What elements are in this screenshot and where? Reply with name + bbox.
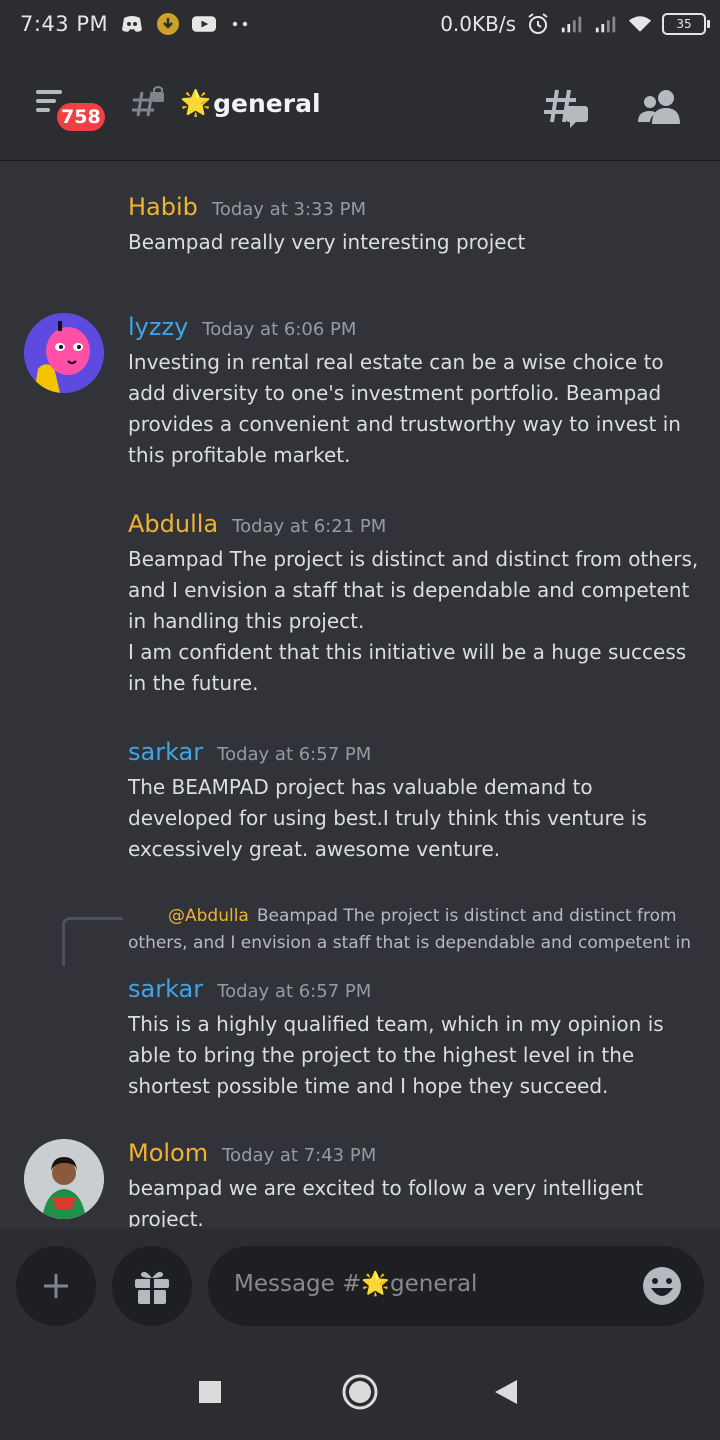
members-icon	[638, 90, 680, 124]
username[interactable]: sarkar	[128, 975, 203, 1003]
message-input[interactable]: Message #🌟general	[208, 1246, 704, 1326]
battery-icon: 35	[662, 13, 710, 35]
timestamp: Today at 6:57 PM	[217, 981, 372, 1002]
home-button[interactable]	[340, 1372, 380, 1412]
reply-connector	[62, 917, 123, 966]
username[interactable]: Molom	[128, 1139, 208, 1167]
avatar[interactable]	[24, 1139, 104, 1219]
menu-button[interactable]: 758	[34, 84, 108, 134]
message-text: Investing in rental real estate can be a…	[128, 350, 681, 467]
add-attachment-button[interactable]	[16, 1246, 96, 1326]
network-speed: 0.0KB/s	[440, 12, 516, 36]
youtube-notification-icon	[192, 12, 217, 36]
message-body: Beampad really very interesting project	[128, 227, 700, 258]
message-text: Beampad The project is distinct and dist…	[128, 547, 699, 633]
channel-emoji: 🌟	[180, 88, 212, 117]
wifi-icon	[628, 12, 652, 36]
status-bar: 7:43 PM 0.0KB/s 35	[0, 0, 720, 48]
username[interactable]: Abdulla	[128, 510, 218, 538]
reply-preview[interactable]: @Abdulla Beampad The project is distinct …	[128, 903, 700, 957]
timestamp: Today at 7:43 PM	[222, 1145, 377, 1166]
message-body: Investing in rental real estate can be a…	[128, 347, 700, 471]
members-button[interactable]	[636, 84, 684, 132]
gift-icon	[135, 1271, 169, 1304]
channel-title: 🌟 general	[180, 88, 321, 118]
message-header: Molom Today at 7:43 PM	[128, 1139, 376, 1167]
system-navigation-bar	[0, 1344, 720, 1440]
avatar-image	[24, 313, 104, 393]
message-header: lyzzy Today at 6:06 PM	[128, 313, 356, 341]
composer-bar: Message #🌟general	[0, 1228, 720, 1344]
message-text: I am confident that this initiative will…	[128, 640, 687, 695]
message-header: Habib Today at 3:33 PM	[128, 193, 366, 221]
message-body: Beampad The project is distinct and dist…	[128, 544, 700, 699]
download-notification-icon	[156, 12, 180, 36]
message-body: The BEAMPAD project has valuable demand …	[128, 772, 700, 865]
circle-icon	[342, 1374, 378, 1410]
emoji-icon	[643, 1267, 681, 1305]
more-notifications-icon	[228, 12, 252, 36]
username[interactable]: sarkar	[128, 738, 203, 766]
timestamp: Today at 6:06 PM	[202, 319, 357, 340]
triangle-back-icon	[495, 1380, 517, 1404]
username[interactable]: lyzzy	[128, 313, 188, 341]
recents-button[interactable]	[190, 1372, 230, 1412]
channel-header: 758 🌟 general	[0, 48, 720, 161]
reply-mention[interactable]: @Abdulla	[168, 906, 249, 926]
message-text: Beampad really very interesting project	[128, 230, 526, 254]
timestamp: Today at 6:57 PM	[217, 744, 372, 765]
message-list[interactable]: Habib Today at 3:33 PM Beampad really ve…	[0, 161, 720, 1227]
message-text: beampad we are excited to follow a very …	[128, 1176, 644, 1227]
message-body: This is a highly qualified team, which i…	[128, 1009, 700, 1102]
avatar-image	[24, 1139, 104, 1219]
message-header: sarkar Today at 6:57 PM	[128, 738, 371, 766]
channel-name: general	[213, 88, 321, 118]
message-header: sarkar Today at 6:57 PM	[128, 975, 371, 1003]
signal-icon-2	[594, 12, 618, 36]
avatar[interactable]	[24, 313, 104, 393]
locked-channel-icon	[130, 86, 166, 122]
message-text: This is a highly qualified team, which i…	[128, 1012, 664, 1098]
threads-button[interactable]	[542, 84, 590, 132]
signal-icon	[560, 12, 584, 36]
emoji-button[interactable]	[642, 1266, 682, 1306]
plus-icon	[44, 1274, 68, 1298]
status-time: 7:43 PM	[20, 12, 109, 36]
back-button[interactable]	[486, 1372, 526, 1412]
threads-icon	[544, 89, 588, 128]
alarm-icon	[526, 12, 550, 36]
message-body: beampad we are excited to follow a very …	[128, 1173, 700, 1227]
message-text: The BEAMPAD project has valuable demand …	[128, 775, 647, 861]
message-input-placeholder: Message #🌟general	[234, 1271, 478, 1297]
timestamp: Today at 6:21 PM	[232, 516, 387, 537]
timestamp: Today at 3:33 PM	[211, 199, 367, 220]
message-header: Abdulla Today at 6:21 PM	[128, 510, 386, 538]
discord-notification-icon	[120, 12, 144, 36]
username[interactable]: Habib	[128, 193, 198, 221]
gift-button[interactable]	[112, 1246, 192, 1326]
unread-badge: 758	[54, 100, 108, 134]
square-icon	[199, 1381, 221, 1403]
